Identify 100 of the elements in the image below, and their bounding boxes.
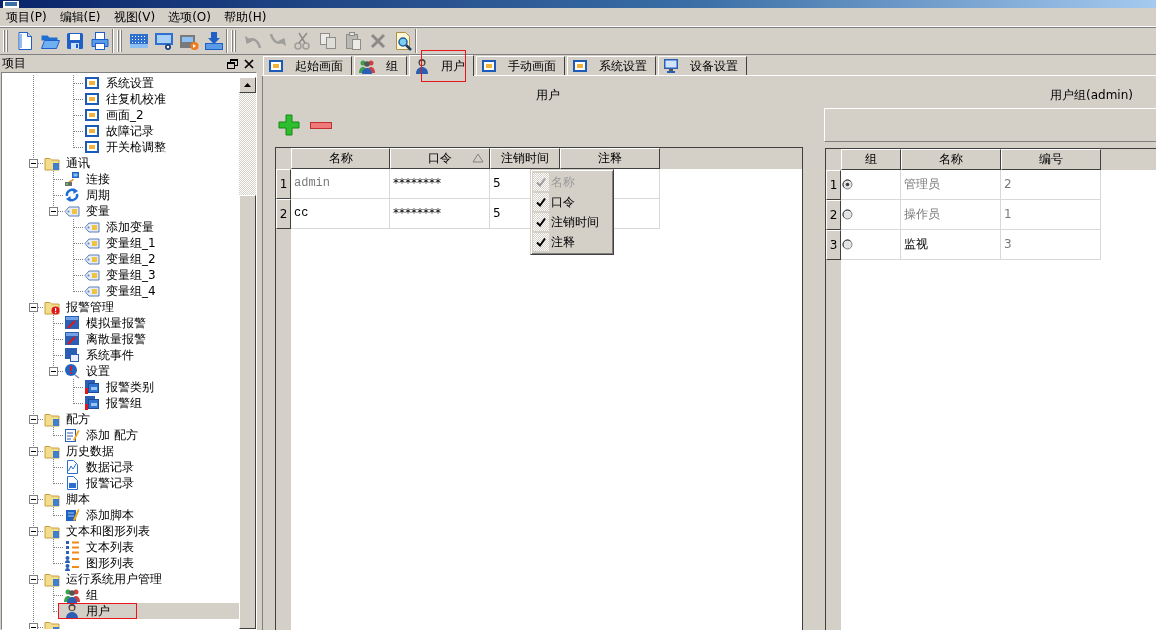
tree-line [53, 427, 63, 436]
table-cell: ******** [390, 199, 490, 229]
menu-item[interactable]: 帮助(H) [218, 8, 272, 26]
alarm-window-icon [64, 315, 80, 331]
tree-item[interactable]: 周期 [58, 187, 113, 203]
tree-item[interactable]: 模拟量报警 [58, 315, 149, 331]
table-cell: 1 [1001, 200, 1101, 230]
tree-line [73, 219, 83, 235]
tree-item[interactable]: 文本列表 [58, 539, 137, 555]
users-icon [359, 58, 375, 74]
tree-item[interactable]: 往复机校准 [78, 91, 169, 107]
tag-icon [84, 267, 100, 283]
restore-icon [227, 58, 238, 69]
scroll-icon [64, 507, 80, 523]
tree-item[interactable]: 变量组_4 [78, 283, 159, 299]
column-header[interactable]: 口令 [390, 148, 490, 169]
tab[interactable]: 设备设置 [658, 56, 747, 75]
tag-icon [64, 203, 80, 219]
tree-item[interactable]: 数据记录 [58, 459, 137, 475]
menu-item[interactable]: 项目(P) [1, 8, 52, 26]
radio-button[interactable] [842, 179, 853, 190]
section-title: 用户 [534, 88, 561, 102]
column-header[interactable]: 注释 [560, 148, 660, 169]
tree-item[interactable]: 添加 配方 [58, 427, 141, 443]
tree-item[interactable]: 配方 [38, 411, 93, 427]
tree-item[interactable]: 报警管理 [38, 299, 117, 315]
tree-item[interactable]: 添加变量 [78, 219, 157, 235]
tree-item[interactable]: 报警记录 [58, 475, 137, 491]
toolbar-grip[interactable] [231, 30, 237, 52]
tree-item[interactable]: 变量组_2 [78, 251, 159, 267]
tree-item[interactable]: 设置 [58, 363, 113, 379]
radio-button[interactable] [842, 209, 853, 220]
scroll-up-button[interactable] [239, 77, 256, 93]
restore-button[interactable] [227, 58, 238, 69]
tree-item[interactable]: 用户 [58, 603, 239, 619]
menu-item[interactable]: 注释 [533, 232, 611, 252]
collapse-icon[interactable] [29, 159, 38, 168]
edit-document-icon [64, 427, 80, 443]
tree-item[interactable]: 图形列表 [58, 555, 137, 571]
column-header[interactable]: 名称 [901, 149, 1001, 170]
tab[interactable]: 手动画面 [476, 56, 565, 75]
tree-item[interactable]: 组 [58, 587, 101, 603]
table-cell: ******** [390, 169, 490, 199]
tree-item[interactable]: 系统设置 [78, 75, 157, 91]
tree-item[interactable]: 变量组_3 [78, 267, 159, 283]
printer-icon [89, 31, 110, 51]
collapse-icon[interactable] [29, 415, 38, 424]
chart-document-icon [64, 459, 80, 475]
tree-item[interactable]: 系统事件 [58, 347, 137, 363]
toolbar-grip[interactable] [3, 30, 9, 52]
menu-item[interactable]: 视图(V) [108, 8, 161, 26]
window-icon [268, 58, 284, 74]
collapse-icon[interactable] [29, 527, 38, 536]
tree-item[interactable]: 报警组 [78, 395, 145, 411]
tree-item[interactable]: 画面_2 [78, 107, 147, 123]
tree-item[interactable]: 变量组_1 [78, 235, 159, 251]
tree-item[interactable]: 文本和图形列表 [38, 523, 153, 539]
menu-item[interactable]: 选项(O) [163, 8, 216, 26]
tree-item[interactable]: 运行系统用户管理 [38, 571, 165, 587]
folder-icon [44, 491, 60, 507]
tree-item[interactable]: 历史数据 [38, 443, 117, 459]
tree-item[interactable]: 变量 [58, 203, 113, 219]
collapse-icon[interactable] [49, 207, 58, 216]
tab[interactable]: 起始画面 [263, 56, 352, 75]
tree-line [53, 331, 63, 347]
column-header[interactable]: 组 [841, 149, 901, 170]
column-header[interactable]: 编号 [1001, 149, 1101, 170]
tree-item[interactable]: 脚本 [38, 491, 93, 507]
column-header[interactable]: 名称 [291, 148, 390, 169]
user-icon [64, 603, 80, 619]
collapse-icon[interactable] [29, 495, 38, 504]
scrollbar-thumb[interactable] [239, 195, 256, 629]
alarm-stack-icon [84, 395, 100, 411]
remove-button[interactable] [310, 121, 332, 129]
tree-item[interactable]: 连接 [58, 171, 113, 187]
collapse-icon[interactable] [29, 303, 38, 312]
radio-button[interactable] [842, 239, 853, 250]
tree-item[interactable]: 开关枪调整 [78, 139, 169, 155]
column-header[interactable]: 注销时间 [490, 148, 560, 169]
menu-item[interactable]: 编辑(E) [54, 8, 106, 26]
collapse-icon[interactable] [29, 447, 38, 456]
tab[interactable]: 用户 [409, 55, 474, 76]
tree-item[interactable]: 报警类别 [78, 379, 157, 395]
toolbar-grip[interactable] [117, 30, 123, 52]
scrollbar[interactable] [239, 77, 256, 629]
collapse-icon[interactable] [29, 575, 38, 584]
tree-item[interactable]: 故障记录 [78, 123, 157, 139]
tag-icon [84, 235, 100, 251]
tree-item[interactable]: 通讯 [38, 155, 93, 171]
grid-panel-icon [128, 31, 149, 51]
tree-item[interactable]: 添加脚本 [58, 507, 137, 523]
close-button[interactable] [243, 58, 254, 69]
section-title: 用户组(admin) [1050, 88, 1133, 102]
tree-item[interactable]: 离散量报警 [58, 331, 149, 347]
tab[interactable]: 组 [354, 56, 407, 75]
tree-line [73, 91, 83, 107]
monitor-icon [153, 31, 174, 51]
tab[interactable]: 系统设置 [567, 56, 656, 75]
table-cell: admin [291, 169, 390, 199]
collapse-icon[interactable] [49, 367, 58, 376]
